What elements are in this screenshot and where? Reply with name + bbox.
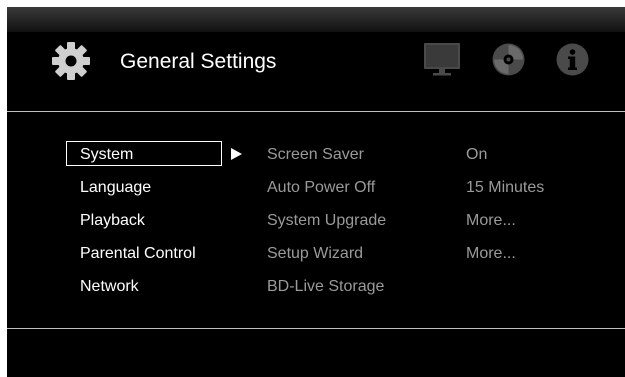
top-gradient-bar — [7, 7, 625, 32]
selection-arrow-icon — [231, 148, 242, 160]
footer-divider — [7, 328, 625, 329]
option-label: System Upgrade — [267, 212, 387, 229]
option-value: On — [466, 146, 488, 163]
menu-item-language[interactable]: Language — [66, 174, 231, 199]
option-value: 15 Minutes — [466, 179, 545, 196]
menu-item-parental-control[interactable]: Parental Control — [66, 240, 231, 265]
option-label: BD-Live Storage — [267, 278, 385, 295]
disc-icon[interactable] — [492, 43, 525, 76]
option-value: More... — [466, 212, 516, 229]
tv-icon[interactable] — [424, 43, 460, 77]
menu-item-network[interactable]: Network — [66, 273, 231, 298]
option-label: Auto Power Off — [267, 179, 376, 196]
gear-icon — [52, 42, 90, 80]
info-icon[interactable] — [556, 43, 589, 76]
menu-item-label: Language — [80, 179, 152, 196]
menu-item-label: Playback — [80, 212, 145, 229]
page-title: General Settings — [120, 50, 277, 73]
menu-item-system[interactable]: System — [66, 141, 222, 166]
option-bd-live-storage[interactable]: BD-Live Storage — [267, 274, 597, 299]
option-value: More... — [466, 245, 516, 262]
option-system-upgrade[interactable]: System Upgrade More... — [267, 208, 597, 233]
option-screen-saver[interactable]: Screen Saver On — [267, 142, 597, 167]
menu-item-label: System — [80, 146, 134, 163]
option-auto-power-off[interactable]: Auto Power Off 15 Minutes — [267, 175, 597, 200]
menu-item-playback[interactable]: Playback — [66, 207, 231, 232]
option-label: Setup Wizard — [267, 245, 364, 262]
menu-item-label: Network — [80, 278, 139, 295]
header-divider — [7, 111, 625, 112]
options-list: Screen Saver On Auto Power Off 15 Minute… — [267, 142, 597, 307]
settings-menu: System Language Playback Parental Contro… — [66, 141, 231, 306]
option-setup-wizard[interactable]: Setup Wizard More... — [267, 241, 597, 266]
header: General Settings — [7, 32, 625, 112]
menu-item-label: Parental Control — [80, 245, 196, 262]
option-label: Screen Saver — [267, 146, 364, 163]
settings-screen: General Settings System Language Playbac… — [7, 7, 625, 377]
